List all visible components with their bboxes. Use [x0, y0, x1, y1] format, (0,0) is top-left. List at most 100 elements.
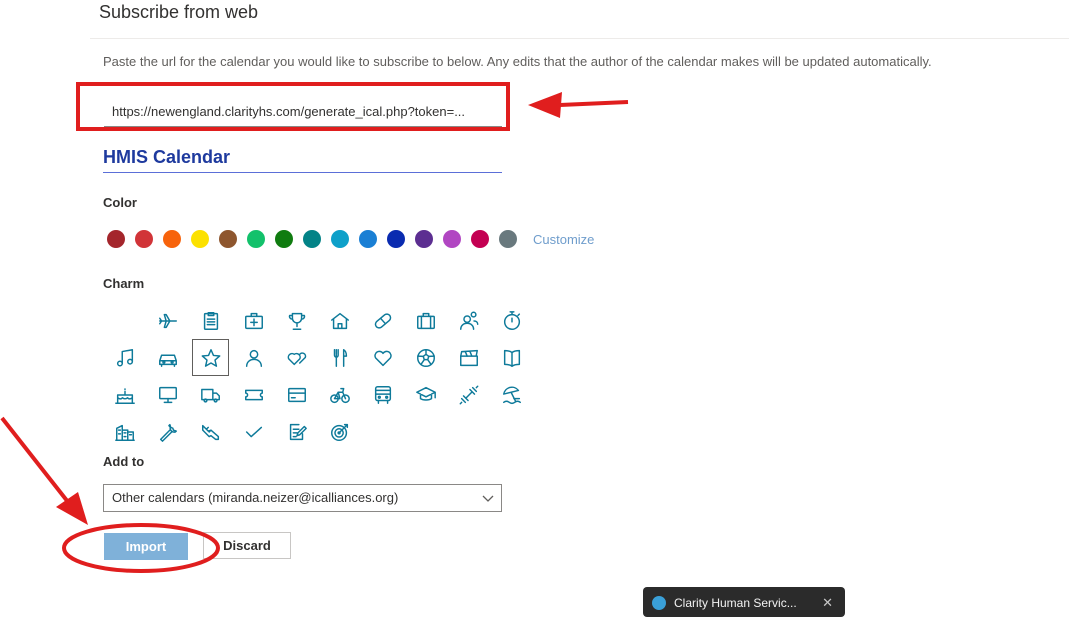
monitor-icon	[158, 386, 177, 403]
calendar-url-input[interactable]: https://newengland.clarityhs.com/generat…	[104, 96, 502, 127]
import-button[interactable]: Import	[104, 533, 188, 560]
color-swatch-15[interactable]	[499, 230, 517, 248]
ticket-icon	[244, 389, 263, 400]
charm-star[interactable]	[192, 339, 229, 376]
bus-icon	[374, 385, 391, 404]
color-swatch-5[interactable]	[219, 230, 237, 248]
color-swatch-9[interactable]	[331, 230, 349, 248]
graduation-cap-icon	[415, 386, 436, 401]
charm-none[interactable]	[106, 302, 143, 339]
taskbar-notification[interactable]: Clarity Human Servic... ✕	[643, 587, 845, 617]
star-icon	[201, 348, 220, 367]
charm-people[interactable]	[450, 302, 487, 339]
credit-card-icon	[287, 387, 306, 402]
charm-truck[interactable]	[192, 376, 229, 413]
notification-text: Clarity Human Servic...	[674, 596, 797, 610]
person-icon	[245, 349, 262, 367]
charm-grid	[106, 302, 530, 450]
title-divider	[90, 38, 1069, 39]
charm-edit-note[interactable]	[278, 413, 315, 450]
color-swatch-7[interactable]	[275, 230, 293, 248]
color-swatch-4[interactable]	[191, 230, 209, 248]
calendar-name-input[interactable]: HMIS Calendar	[103, 146, 502, 173]
charm-briefcase[interactable]	[407, 302, 444, 339]
buildings-icon	[114, 424, 135, 441]
charm-airplane[interactable]	[149, 302, 186, 339]
charm-clipboard[interactable]	[192, 302, 229, 339]
truck-icon	[200, 388, 220, 403]
charm-clapperboard[interactable]	[450, 339, 487, 376]
sneaker-icon	[201, 424, 219, 440]
color-swatch-10[interactable]	[359, 230, 377, 248]
color-swatch-1[interactable]	[107, 230, 125, 248]
charm-medical-kit[interactable]	[235, 302, 272, 339]
app-logo-icon	[652, 596, 666, 610]
home-icon	[330, 312, 349, 329]
charm-buildings[interactable]	[106, 413, 143, 450]
url-pointer-arrow	[559, 100, 629, 107]
edit-note-icon	[289, 423, 307, 440]
cake-icon	[114, 387, 135, 404]
charm-dumbbell[interactable]	[450, 376, 487, 413]
charm-wrench[interactable]	[149, 413, 186, 450]
wrench-icon	[159, 423, 177, 442]
utensils-icon	[333, 348, 347, 367]
color-swatch-2[interactable]	[135, 230, 153, 248]
add-to-dropdown[interactable]: Other calendars (miranda.neizer@icallian…	[103, 484, 502, 512]
charm-heart[interactable]	[364, 339, 401, 376]
color-swatch-3[interactable]	[163, 230, 181, 248]
color-swatch-8[interactable]	[303, 230, 321, 248]
charm-book[interactable]	[493, 339, 530, 376]
charm-trophy[interactable]	[278, 302, 315, 339]
charm-hearts[interactable]	[278, 339, 315, 376]
charm-home[interactable]	[321, 302, 358, 339]
charm-sneaker[interactable]	[192, 413, 229, 450]
close-icon[interactable]: ✕	[822, 595, 833, 611]
trophy-icon	[288, 312, 305, 330]
color-swatch-6[interactable]	[247, 230, 265, 248]
color-swatch-14[interactable]	[471, 230, 489, 248]
color-swatch-12[interactable]	[415, 230, 433, 248]
briefcase-icon	[416, 312, 435, 329]
charm-music[interactable]	[106, 339, 143, 376]
color-swatches	[107, 230, 517, 248]
discard-button[interactable]: Discard	[203, 532, 291, 559]
stopwatch-icon	[503, 310, 520, 330]
charm-monitor[interactable]	[149, 376, 186, 413]
url-pointer-arrowhead	[528, 92, 562, 118]
charm-graduation-cap[interactable]	[407, 376, 444, 413]
charm-soccer-ball[interactable]	[407, 339, 444, 376]
color-label: Color	[103, 195, 137, 210]
charm-car[interactable]	[149, 339, 186, 376]
charm-checkmark[interactable]	[235, 413, 272, 450]
add-to-selected-value: Other calendars (miranda.neizer@icallian…	[112, 490, 399, 505]
dialog-title: Subscribe from web	[99, 2, 259, 22]
airplane-icon	[158, 313, 177, 328]
color-swatch-13[interactable]	[443, 230, 461, 248]
charm-utensils[interactable]	[321, 339, 358, 376]
charm-ticket[interactable]	[235, 376, 272, 413]
charm-target[interactable]	[321, 413, 358, 450]
charm-beach-umbrella[interactable]	[493, 376, 530, 413]
charm-cake[interactable]	[106, 376, 143, 413]
charm-person[interactable]	[235, 339, 272, 376]
charm-pill[interactable]	[364, 302, 401, 339]
book-icon	[503, 349, 520, 367]
clapperboard-icon	[459, 349, 478, 366]
bicycle-icon	[329, 387, 350, 403]
subscribe-description: Paste the url for the calendar you would…	[103, 54, 932, 69]
charm-credit-card[interactable]	[278, 376, 315, 413]
beach-umbrella-icon	[502, 385, 521, 404]
import-pointer-arrowhead	[56, 492, 88, 525]
people-icon	[459, 311, 478, 330]
charm-stopwatch[interactable]	[493, 302, 530, 339]
music-note-icon	[116, 348, 133, 367]
charm-bus[interactable]	[364, 376, 401, 413]
color-swatch-11[interactable]	[387, 230, 405, 248]
pill-icon	[374, 312, 391, 329]
add-to-label: Add to	[103, 454, 145, 469]
chevron-down-icon	[482, 495, 494, 502]
clipboard-icon	[203, 311, 218, 330]
customize-color-link[interactable]: Customize	[533, 232, 594, 247]
charm-bicycle[interactable]	[321, 376, 358, 413]
